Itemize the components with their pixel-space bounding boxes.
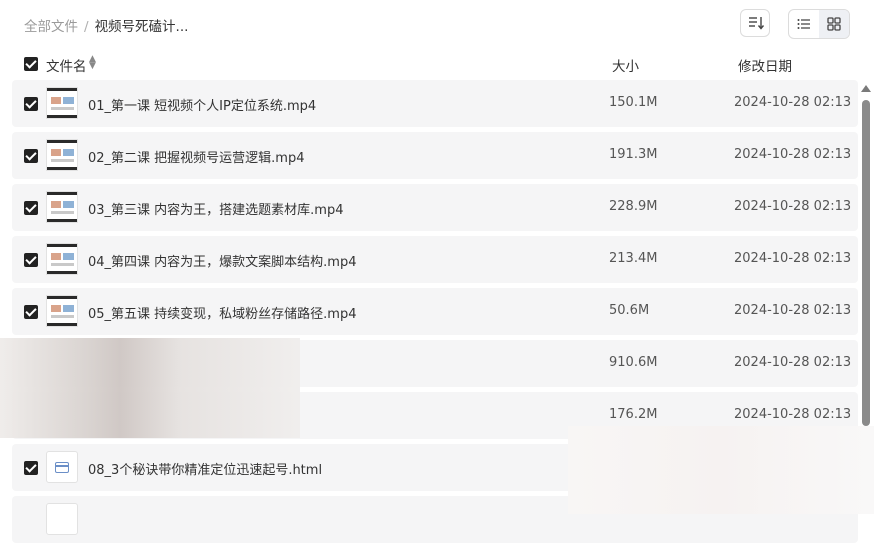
file-date: 2024-10-28 02:13	[734, 355, 852, 370]
file-name[interactable]: 01_第一课 短视频个人IP定位系统.mp4	[88, 95, 316, 114]
scroll-up-arrow-icon[interactable]	[861, 85, 871, 92]
file-row[interactable]: 03_第三课 内容为王，搭建选题素材库.mp4 228.9M 2024-10-2…	[12, 184, 858, 231]
html-file-icon	[46, 451, 78, 483]
select-all-checkbox[interactable]	[24, 57, 38, 71]
row-checkbox[interactable]	[24, 253, 38, 267]
header-name[interactable]: 文件名	[46, 55, 87, 75]
view-toggle	[788, 9, 850, 39]
sort-icon	[749, 17, 765, 30]
breadcrumb-current: 视频号死磕计...	[94, 19, 189, 35]
video-thumbnail	[46, 191, 78, 223]
file-name[interactable]: 04_第四课 内容为王，爆款文案脚本结构.mp4	[88, 251, 357, 270]
list-view-icon	[797, 19, 810, 29]
grid-view-button[interactable]	[819, 10, 849, 38]
row-checkbox[interactable]	[24, 461, 38, 475]
header-size[interactable]: 大小	[612, 55, 639, 75]
file-row[interactable]: 02_第二课 把握视频号运营逻辑.mp4 191.3M 2024-10-28 0…	[12, 132, 858, 179]
file-row[interactable]: 01_第一课 短视频个人IP定位系统.mp4 150.1M 2024-10-28…	[12, 80, 858, 127]
header-date[interactable]: 修改日期	[738, 55, 792, 75]
file-row[interactable]: 04_第四课 内容为王，爆款文案脚本结构.mp4 213.4M 2024-10-…	[12, 236, 858, 283]
row-checkbox[interactable]	[24, 305, 38, 319]
file-date: 2024-10-28 02:13	[734, 303, 852, 318]
list-view-button[interactable]	[789, 10, 819, 38]
sort-toggle-icon[interactable]: ▲ ▼	[89, 55, 96, 71]
file-name[interactable]: 05_第五课 持续变现，私域粉丝存储路径.mp4	[88, 303, 357, 322]
file-size: 176.2M	[609, 407, 658, 422]
file-size: 191.3M	[609, 147, 658, 162]
video-thumbnail	[46, 243, 78, 275]
scrollbar-thumb[interactable]	[862, 100, 870, 426]
file-date: 2024-10-28 02:13	[734, 407, 852, 422]
file-size: 910.6M	[609, 355, 658, 370]
file-date: 2024-10-28 02:13	[734, 199, 852, 214]
breadcrumb: 全部文件 / 视频号死磕计...	[24, 15, 188, 35]
file-size: 213.4M	[609, 251, 658, 266]
video-thumbnail	[46, 295, 78, 327]
file-name[interactable]: 08_3个秘诀带你精准定位迅速起号.html	[88, 459, 322, 478]
file-date: 2024-10-28 02:13	[734, 251, 852, 266]
video-thumbnail	[46, 87, 78, 119]
row-checkbox[interactable]	[24, 149, 38, 163]
video-thumbnail	[46, 139, 78, 171]
row-checkbox[interactable]	[24, 97, 38, 111]
file-size: 50.6M	[609, 303, 650, 318]
file-list-header: 文件名 ▲ ▼ 大小 修改日期	[0, 52, 874, 76]
breadcrumb-separator: /	[84, 19, 89, 35]
blurred-overlay	[568, 426, 874, 514]
row-checkbox[interactable]	[24, 201, 38, 215]
sort-button[interactable]	[740, 9, 770, 37]
file-row[interactable]: 05_第五课 持续变现，私域粉丝存储路径.mp4 50.6M 2024-10-2…	[12, 288, 858, 335]
file-icon	[46, 503, 78, 535]
file-size: 150.1M	[609, 95, 658, 110]
file-name[interactable]: 03_第三课 内容为王，搭建选题素材库.mp4	[88, 199, 344, 218]
file-name[interactable]: 02_第二课 把握视频号运营逻辑.mp4	[88, 147, 305, 166]
file-size: 228.9M	[609, 199, 658, 214]
grid-view-icon	[827, 17, 841, 31]
top-bar: 全部文件 / 视频号死磕计...	[0, 0, 874, 48]
file-date: 2024-10-28 02:13	[734, 147, 852, 162]
file-date: 2024-10-28 02:13	[734, 95, 852, 110]
breadcrumb-root[interactable]: 全部文件	[24, 19, 78, 35]
blurred-overlay	[0, 338, 300, 438]
